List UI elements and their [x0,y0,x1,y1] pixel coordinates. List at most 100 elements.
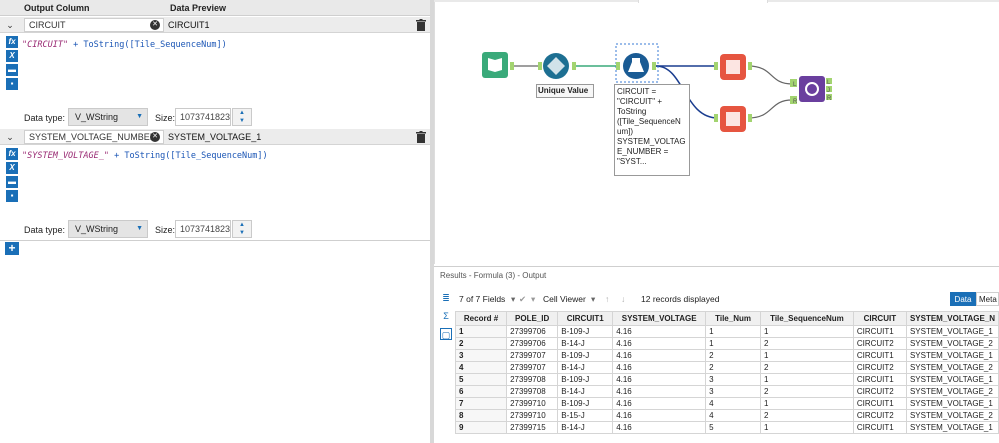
table-cell[interactable]: CIRCUIT2 [852,361,907,374]
column-header[interactable]: Tile_Num [705,311,761,326]
table-cell[interactable]: CIRCUIT1 [852,325,907,338]
table-cell[interactable]: 5 [705,421,761,434]
formula-row-circuit[interactable]: ⌄ CIRCUIT ✕ CIRCUIT1 [0,17,430,33]
x-variable-icon[interactable]: X [6,50,18,62]
table-cell[interactable]: B-14-J [557,421,614,434]
table-cell[interactable]: SYSTEM_VOLTAGE_2 [905,361,999,374]
table-cell[interactable]: 27399707 [506,349,559,362]
table-cell[interactable]: B-14-J [557,337,614,350]
table-cell[interactable]: 4.16 [612,421,707,434]
table-cell[interactable]: B-109-J [557,373,614,386]
table-cell[interactable]: 27399710 [506,409,559,422]
record-number[interactable]: 9 [454,421,508,434]
table-cell[interactable]: 27399706 [506,337,559,350]
expression-editor[interactable]: "CIRCUIT" + ToString([Tile_SequenceNum]) [22,40,227,50]
canvas-tab[interactable] [638,0,768,3]
table-cell[interactable]: 4.16 [612,385,707,398]
size-input[interactable]: 1073741823 [175,220,231,238]
column-header[interactable]: SYSTEM_VOLTAGE_N [905,311,999,326]
table-cell[interactable]: 1 [759,397,854,410]
table-cell[interactable]: 1 [705,325,761,338]
table-row[interactable]: 3 27399707 B-109-J 4.16 2 1 CIRCUIT1 SYSTEM_VOL… [454,349,999,362]
size-input[interactable]: 1073741823 [175,108,231,126]
table-cell[interactable]: 2 [759,337,854,350]
fx-icon[interactable]: fx [6,36,18,48]
table-cell[interactable]: 27399715 [506,421,559,434]
table-row[interactable]: 6 27399708 B-14-J 4.16 3 2 CIRCUIT2 SYSTEM_VOLT… [454,385,999,398]
data-type-select[interactable]: V_WString ▼ [68,108,148,126]
table-cell[interactable]: 2 [759,409,854,422]
table-cell[interactable]: CIRCUIT2 [852,385,907,398]
data-view-icon[interactable]: ▢ [440,328,452,340]
table-cell[interactable]: 1 [705,337,761,350]
saved-expressions-icon[interactable]: ▬ [6,176,18,188]
chevron-down-icon[interactable]: ⌄ [3,131,17,143]
column-header[interactable]: Record # [454,311,508,326]
table-cell[interactable]: B-14-J [557,385,614,398]
clear-column-icon[interactable]: ✕ [150,132,160,142]
size-spinner[interactable]: ▲ ▼ [232,220,252,238]
join-tool-icon[interactable] [799,76,825,102]
up-arrow-icon[interactable]: ↑ [605,294,609,304]
table-cell[interactable]: 2 [705,349,761,362]
column-header[interactable]: POLE_ID [506,311,559,326]
table-row[interactable]: 5 27399708 B-109-J 4.16 3 1 CIRCUIT1 SYSTEM_VOL… [454,373,999,386]
table-cell[interactable]: CIRCUIT1 [852,421,907,434]
record-number[interactable]: 3 [454,349,508,362]
table-cell[interactable]: 4.16 [612,361,707,374]
list-icon[interactable]: ≣ [440,292,452,304]
table-cell[interactable]: 1 [759,349,854,362]
table-cell[interactable]: 27399706 [506,325,559,338]
cell-viewer-selector[interactable]: Cell Viewer [543,294,586,304]
dropdown-arrow-icon[interactable]: ▾ [511,294,515,305]
clear-column-icon[interactable]: ✕ [150,20,160,30]
table-cell[interactable]: SYSTEM_VOLTAGE_2 [905,337,999,350]
trash-icon[interactable] [416,131,426,143]
record-number[interactable]: 7 [454,397,508,410]
table-row[interactable]: 7 27399710 B-109-J 4.16 4 1 CIRCUIT1 SYSTEM_VOL… [454,397,999,410]
table-cell[interactable]: CIRCUIT2 [852,409,907,422]
table-cell[interactable]: 2 [759,385,854,398]
table-cell[interactable]: 1 [759,421,854,434]
column-header[interactable]: SYSTEM_VOLTAGE [612,311,707,326]
size-spinner[interactable]: ▲ ▼ [232,108,252,126]
table-cell[interactable]: CIRCUIT1 [852,397,907,410]
table-cell[interactable]: SYSTEM_VOLTAGE_1 [905,349,999,362]
table-cell[interactable]: B-14-J [557,361,614,374]
record-number[interactable]: 2 [454,337,508,350]
checkmark-icon[interactable]: ✔ [519,294,526,305]
table-cell[interactable]: SYSTEM_VOLTAGE_1 [905,325,999,338]
table-row[interactable]: 1 27399706 B-109-J 4.16 1 1 CIRCUIT1 SYSTEM_VOL… [454,325,999,338]
data-type-select[interactable]: V_WString ▼ [68,220,148,238]
table-cell[interactable]: SYSTEM_VOLTAGE_2 [905,409,999,422]
table-cell[interactable]: 3 [705,385,761,398]
formula-row-system-voltage[interactable]: ⌄ SYSTEM_VOLTAGE_NUMBER ✕ SYSTEM_VOLTAGE… [0,129,430,145]
record-number[interactable]: 6 [454,385,508,398]
table-cell[interactable]: SYSTEM_VOLTAGE_1 [905,373,999,386]
sigma-icon[interactable]: Σ [440,310,452,322]
workflow-canvas[interactable]: Unique Value CIRCUIT = "CIRCUIT" + ToStrin… [434,0,999,264]
trash-icon[interactable] [416,19,426,31]
table-row[interactable]: 4 27399707 B-14-J 4.16 2 2 CIRCUIT2 SYSTEM_VOLT… [454,361,999,374]
table-cell[interactable]: 2 [759,361,854,374]
table-cell[interactable]: B-109-J [557,349,614,362]
down-arrow-icon[interactable]: ↓ [621,294,625,304]
dropdown-arrow-icon[interactable]: ▾ [591,294,595,305]
table-cell[interactable]: 1 [759,373,854,386]
table-cell[interactable]: 4.16 [612,397,707,410]
table-cell[interactable]: B-109-J [557,325,614,338]
column-header[interactable]: Tile_SequenceNum [759,311,854,326]
table-row[interactable]: 2 27399706 B-14-J 4.16 1 2 CIRCUIT2 SYSTEM_VOLT… [454,337,999,350]
table-cell[interactable]: B-109-J [557,397,614,410]
table-cell[interactable]: 27399708 [506,373,559,386]
table-cell[interactable]: B-15-J [557,409,614,422]
record-number[interactable]: 8 [454,409,508,422]
table-cell[interactable]: 3 [705,373,761,386]
save-icon[interactable]: ▪ [6,190,18,202]
table-cell[interactable]: CIRCUIT2 [852,337,907,350]
output-column-field[interactable]: CIRCUIT [24,18,164,32]
saved-expressions-icon[interactable]: ▬ [6,64,18,76]
expression-editor[interactable]: "SYSTEM_VOLTAGE_" + ToString([Tile_Seque… [22,151,268,161]
table-cell[interactable]: SYSTEM_VOLTAGE_1 [905,397,999,410]
column-header[interactable]: CIRCUIT [852,311,907,326]
